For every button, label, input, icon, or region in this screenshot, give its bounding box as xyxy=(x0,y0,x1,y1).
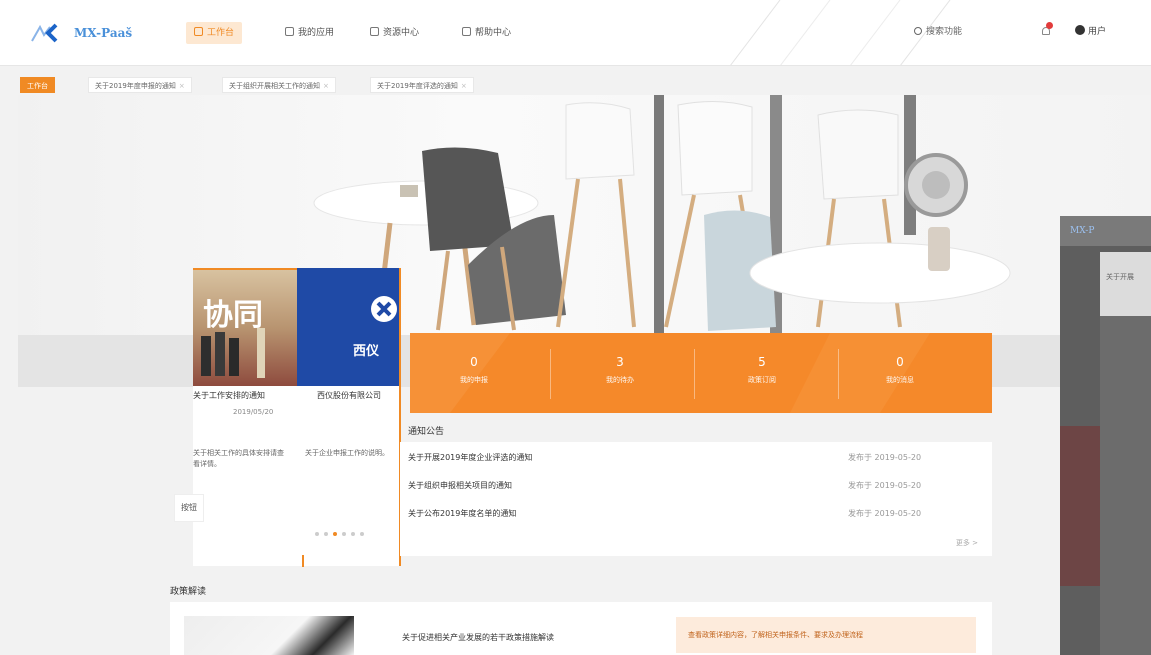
carousel-dot[interactable] xyxy=(360,532,364,536)
news-carousel: 协同 西仪 关于工作安排的通知 2019/05/20 关于相关工作的具体安排请查… xyxy=(193,268,401,566)
header-search[interactable]: 搜索功能 xyxy=(914,24,962,37)
tab-notice-3[interactable]: 关于2019年度评选的通知 × xyxy=(370,77,474,93)
announcements-panel: 关于开展2019年度企业评选的通知 发布于 2019-05-20 关于组织申报相… xyxy=(400,442,992,556)
user-menu[interactable]: 用户 xyxy=(1075,24,1106,37)
carousel-dot[interactable] xyxy=(324,532,328,536)
carousel-date-1: 2019/05/20 xyxy=(233,408,274,416)
carousel-pagination xyxy=(315,532,364,536)
stat-my-todos[interactable]: 3 我的待办 xyxy=(550,355,690,385)
help-icon xyxy=(462,27,471,36)
carousel-dot[interactable] xyxy=(342,532,346,536)
page-tabs: 工作台 关于2019年度申报的通知 × 关于组织开展相关工作的通知 × 关于2019… xyxy=(0,72,540,94)
carousel-desc-1: 关于相关工作的具体安排请查看详情。 xyxy=(193,449,284,468)
search-icon xyxy=(914,27,922,35)
announcements-title: 通知公告 xyxy=(408,427,445,437)
carousel-slide-image-1[interactable]: 协同 xyxy=(193,268,297,386)
announcement-item[interactable]: 关于开展2019年度企业评选的通知 发布于 2019-05-20 xyxy=(408,452,984,466)
policy-panel: 关于促进相关产业发展的若干政策措施解读 查看政策详细内容，了解相关申报条件、要求… xyxy=(170,602,992,655)
carousel-dot[interactable] xyxy=(351,532,355,536)
nav-my-apps[interactable]: 我的应用 xyxy=(285,24,334,42)
policy-thumbnail[interactable] xyxy=(184,616,354,655)
logo-text: MX-Paaš xyxy=(74,26,133,40)
resource-icon xyxy=(370,27,379,36)
close-icon[interactable]: × xyxy=(323,82,329,90)
tab-home[interactable]: 工作台 xyxy=(20,77,55,93)
tab-notice-1[interactable]: 关于2019年度申报的通知 × xyxy=(88,77,192,93)
policy-summary-box[interactable]: 查看政策详细内容，了解相关申报条件、要求及办理流程 xyxy=(676,617,976,653)
nav-resources[interactable]: 资源中心 xyxy=(370,24,419,42)
company-logo-icon xyxy=(371,296,397,322)
stat-my-messages[interactable]: 0 我的消息 xyxy=(830,355,970,385)
apps-icon xyxy=(285,27,294,36)
announcements-more-link[interactable]: 更多 > xyxy=(956,538,978,548)
stats-banner: 0 我的申报 3 我的待办 5 政策订阅 0 我的消息 xyxy=(410,333,992,413)
announcement-item[interactable]: 关于公布2019年度名单的通知 发布于 2019-05-20 xyxy=(408,508,984,522)
carousel-caption-2[interactable]: 西仪股份有限公司 xyxy=(317,390,399,401)
announcement-item[interactable]: 关于组织申报相关项目的通知 发布于 2019-05-20 xyxy=(408,480,984,494)
carousel-caption-1[interactable]: 关于工作安排的通知 xyxy=(193,390,289,401)
carousel-prev-button[interactable]: 按钮 xyxy=(174,494,204,522)
policy-item-title[interactable]: 关于促进相关产业发展的若干政策措施解读 xyxy=(402,632,554,643)
overlay-tab-label: 关于开展 xyxy=(1106,273,1134,281)
nav-workbench[interactable]: 工作台 xyxy=(186,22,243,44)
app-logo[interactable]: MX-Paaš xyxy=(30,22,132,44)
nav-help[interactable]: 帮助中心 xyxy=(462,24,511,42)
close-icon[interactable]: × xyxy=(461,82,467,90)
notification-badge xyxy=(1046,22,1053,29)
carousel-slide-image-2[interactable]: 西仪 xyxy=(297,268,399,386)
top-navigation-bar: MX-Paaš 工作台 我的应用 资源中心 帮助中心 搜索功能 用户 xyxy=(0,0,1151,66)
close-icon[interactable]: × xyxy=(179,82,185,90)
overlapping-window: MX-P 关于开展 xyxy=(1060,216,1151,655)
tab-notice-2[interactable]: 关于组织开展相关工作的通知 × xyxy=(222,77,336,93)
policy-section-title: 政策解读 xyxy=(170,587,207,597)
stat-my-applications[interactable]: 0 我的申报 xyxy=(410,355,544,385)
carousel-dot[interactable] xyxy=(315,532,319,536)
logo-mark-icon xyxy=(31,23,58,43)
carousel-desc-2: 关于企业申报工作的说明。 xyxy=(305,449,389,457)
notification-bell[interactable] xyxy=(1040,22,1053,38)
home-icon xyxy=(194,27,203,36)
avatar xyxy=(1075,25,1085,35)
overlay-logo-text: MX-P xyxy=(1070,226,1095,236)
carousel-dot-active[interactable] xyxy=(333,532,337,536)
stat-policy-subscriptions[interactable]: 5 政策订阅 xyxy=(692,355,832,385)
